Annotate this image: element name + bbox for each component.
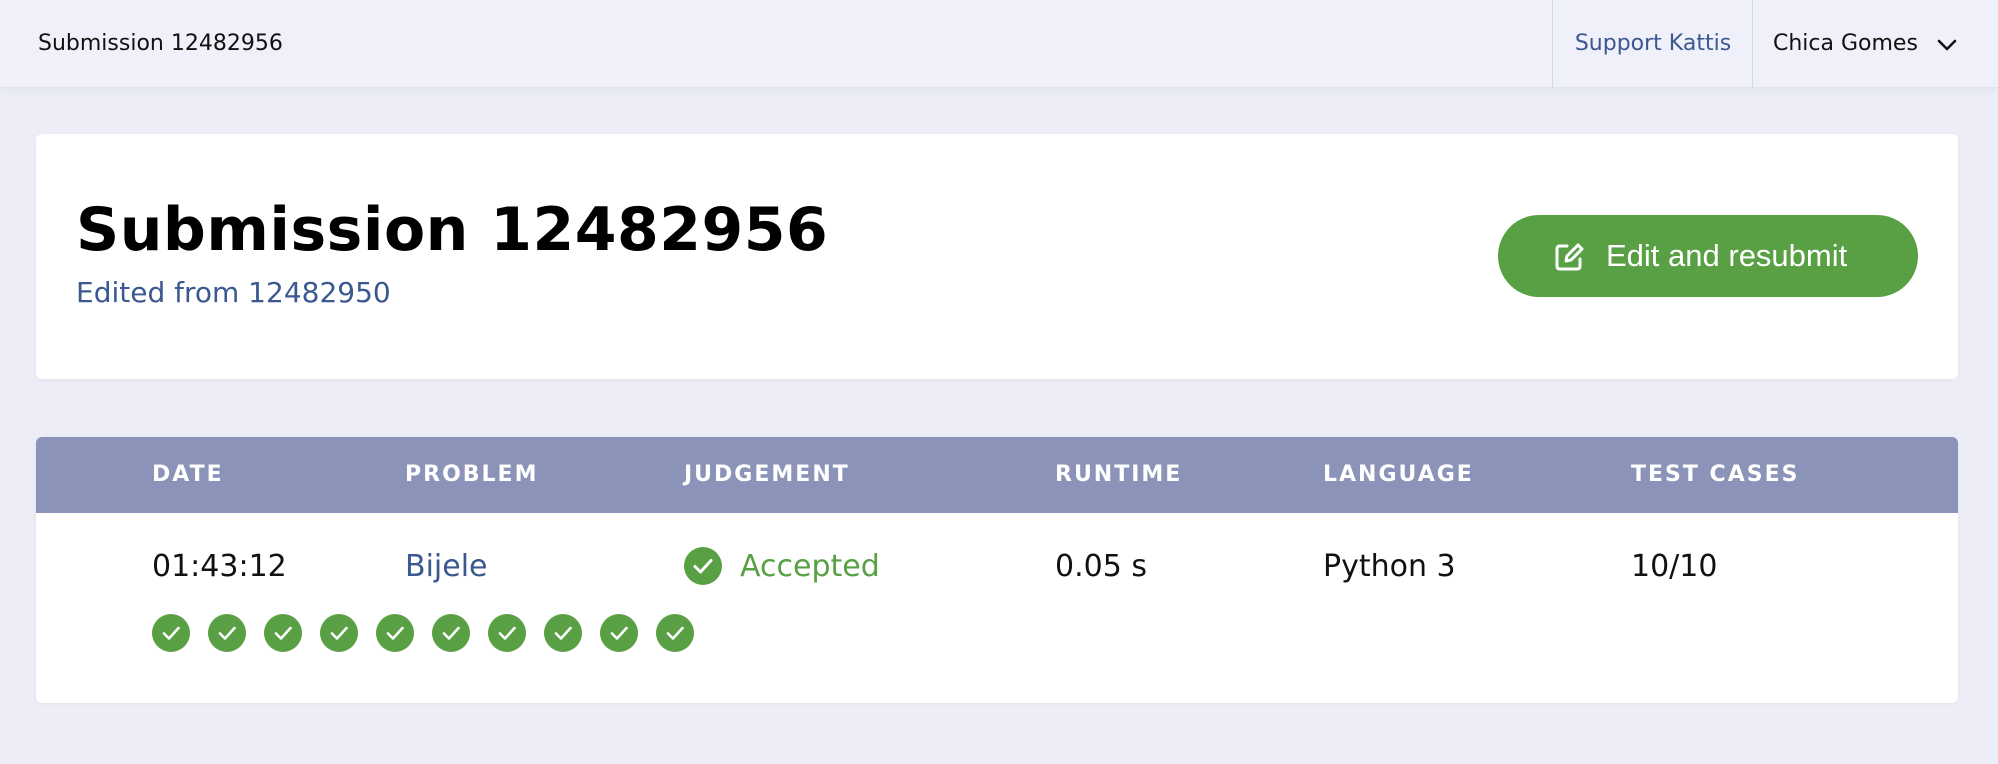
test-case-passed-icon[interactable] — [656, 614, 694, 652]
support-kattis-link[interactable]: Support Kattis — [1553, 0, 1753, 88]
column-header-date: DATE — [152, 462, 224, 487]
test-case-passed-icon[interactable] — [376, 614, 414, 652]
user-menu[interactable]: Chica Gomes — [1753, 0, 1998, 88]
column-header-judgement: JUDGEMENT — [684, 462, 850, 487]
cell-date: 01:43:12 — [152, 549, 287, 584]
test-case-passed-icon[interactable] — [544, 614, 582, 652]
check-circle-icon — [684, 547, 722, 585]
test-case-passed-icon[interactable] — [264, 614, 302, 652]
submission-header-card: Submission 12482956 Edited from 12482950… — [36, 134, 1958, 379]
test-case-passed-icon[interactable] — [152, 614, 190, 652]
cell-test-cases: 10/10 — [1631, 549, 1718, 584]
test-case-passed-icon[interactable] — [432, 614, 470, 652]
test-case-passed-icon[interactable] — [600, 614, 638, 652]
table-header: DATE PROBLEM JUDGEMENT RUNTIME LANGUAGE … — [36, 437, 1958, 513]
edited-from-link[interactable]: Edited from 12482950 — [76, 276, 391, 309]
test-case-passed-icon[interactable] — [320, 614, 358, 652]
top-bar: Submission 12482956 Support Kattis Chica… — [0, 0, 1998, 88]
column-header-problem: PROBLEM — [405, 462, 539, 487]
column-header-language: LANGUAGE — [1323, 462, 1474, 487]
resubmit-button-label: Edit and resubmit — [1606, 238, 1848, 273]
cell-language: Python 3 — [1323, 549, 1456, 584]
cell-judgement: Accepted — [684, 545, 924, 589]
judgement-label: Accepted — [740, 549, 880, 584]
cell-runtime: 0.05 s — [1055, 549, 1147, 584]
test-case-results — [152, 614, 694, 652]
chevron-down-icon — [1937, 39, 1957, 51]
test-case-passed-icon[interactable] — [488, 614, 526, 652]
submission-table: DATE PROBLEM JUDGEMENT RUNTIME LANGUAGE … — [36, 437, 1958, 703]
user-name: Chica Gomes — [1773, 31, 1918, 56]
edit-and-resubmit-button[interactable]: Edit and resubmit — [1498, 215, 1918, 297]
topbar-title: Submission 12482956 — [38, 31, 283, 56]
column-header-runtime: RUNTIME — [1055, 462, 1183, 487]
test-case-passed-icon[interactable] — [208, 614, 246, 652]
page-title: Submission 12482956 — [76, 195, 829, 265]
edit-icon — [1555, 243, 1584, 271]
column-header-test-cases: TEST CASES — [1631, 462, 1800, 487]
problem-link[interactable]: Bijele — [405, 545, 488, 589]
